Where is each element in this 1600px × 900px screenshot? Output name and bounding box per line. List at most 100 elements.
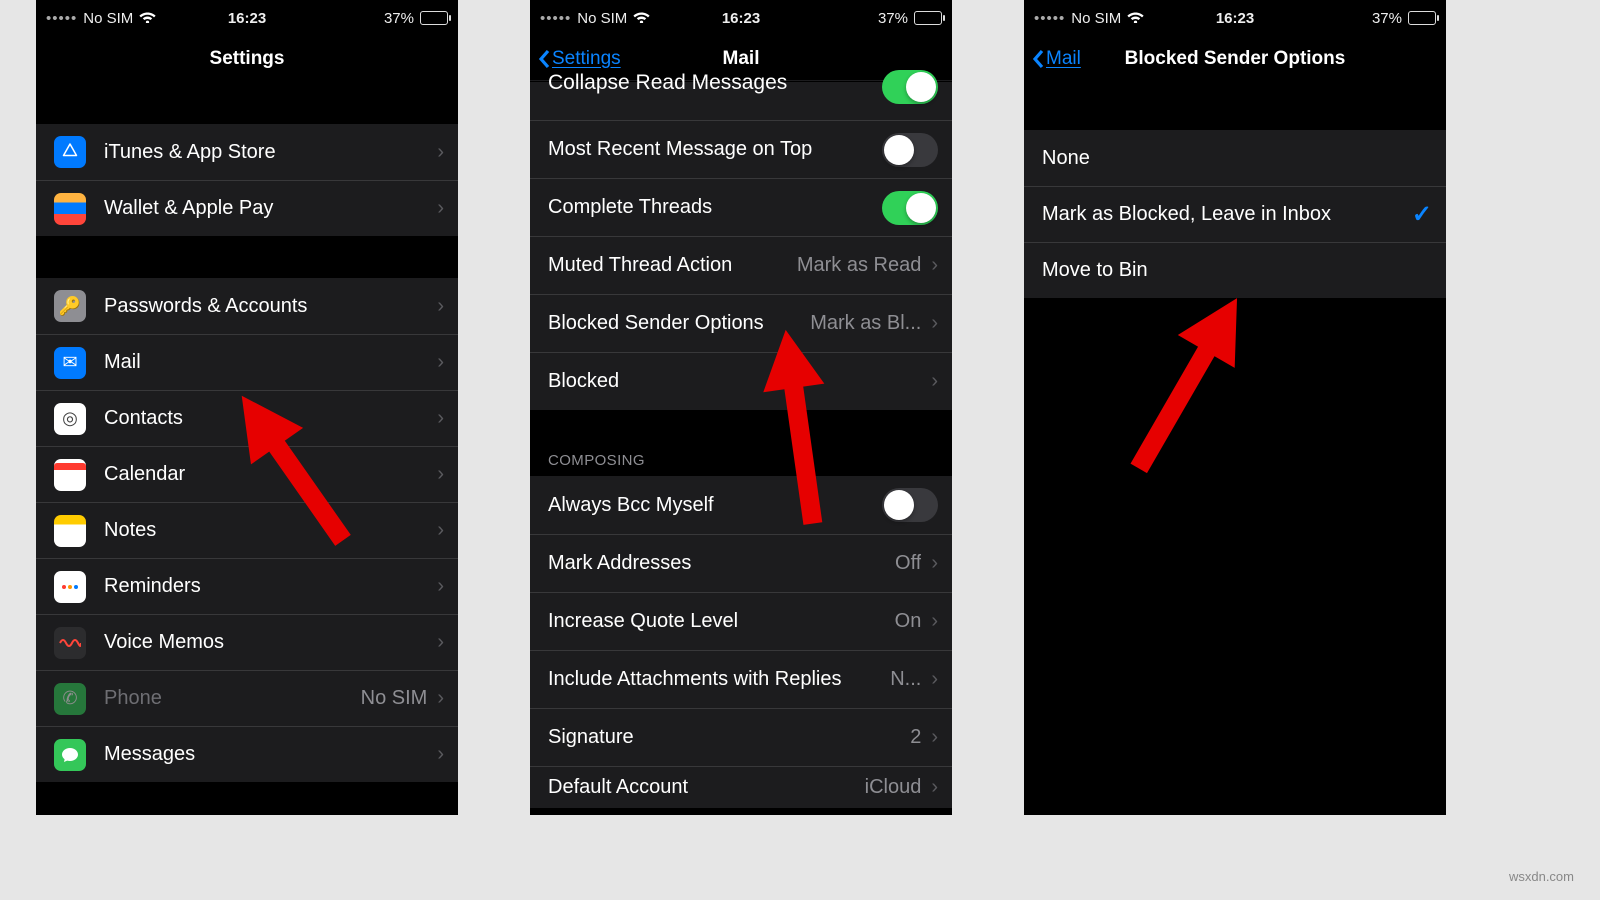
voicememos-icon (54, 627, 86, 659)
wallet-icon (54, 193, 86, 225)
back-button[interactable]: Mail (1032, 48, 1081, 70)
chevron-right-icon: › (437, 575, 444, 598)
battery-percent: 37% (878, 10, 908, 27)
row-detail: Mark as Bl... (810, 312, 921, 335)
row-label: Contacts (104, 407, 427, 430)
chevron-right-icon: › (437, 295, 444, 318)
settings-row-contacts[interactable]: ◎ Contacts › (36, 390, 458, 446)
mail-row-signature[interactable]: Signature 2 › (530, 708, 952, 766)
row-detail: iCloud (865, 776, 922, 799)
settings-row-mail[interactable]: ✉︎ Mail › (36, 334, 458, 390)
settings-row-voicememos[interactable]: Voice Memos › (36, 614, 458, 670)
wifi-icon (1127, 10, 1144, 27)
chevron-right-icon: › (931, 552, 938, 575)
carrier-text: No SIM (1071, 10, 1121, 27)
battery-icon (914, 11, 942, 25)
option-move-to-bin[interactable]: Move to Bin (1024, 242, 1446, 298)
settings-row-wallet[interactable]: Wallet & Apple Pay › (36, 180, 458, 236)
wifi-icon (139, 10, 156, 27)
row-label: Move to Bin (1042, 259, 1432, 282)
notes-icon (54, 515, 86, 547)
option-mark-as-blocked[interactable]: Mark as Blocked, Leave in Inbox ✓ (1024, 186, 1446, 242)
row-label: Blocked Sender Options (548, 312, 800, 335)
mail-row-mark-addresses[interactable]: Mark Addresses Off › (530, 534, 952, 592)
carrier-text: No SIM (577, 10, 627, 27)
chevron-right-icon: › (437, 519, 444, 542)
row-label: Muted Thread Action (548, 254, 787, 277)
toggle-switch[interactable] (882, 133, 938, 167)
row-detail: 2 (910, 726, 921, 749)
settings-row-phone[interactable]: ✆ Phone No SIM › (36, 670, 458, 726)
mail-icon: ✉︎ (54, 347, 86, 379)
chevron-left-icon (538, 49, 550, 69)
chevron-right-icon: › (931, 254, 938, 277)
toggle-switch[interactable] (882, 70, 938, 104)
back-button[interactable]: Settings (538, 48, 621, 70)
messages-icon (54, 739, 86, 771)
status-time: 16:23 (228, 10, 266, 27)
row-label: Collapse Read Messages (548, 71, 882, 95)
row-label: Signature (548, 726, 900, 749)
page-title: Blocked Sender Options (1125, 48, 1346, 70)
battery-percent: 37% (384, 10, 414, 27)
settings-row-messages[interactable]: Messages › (36, 726, 458, 782)
screen-mail-settings: ••••• No SIM 16:23 37% Settings Mail Col… (530, 0, 952, 815)
chevron-right-icon: › (931, 726, 938, 749)
screen-settings: ••••• No SIM 16:23 37% Settings iTunes &… (36, 0, 458, 815)
mail-row-most-recent[interactable]: Most Recent Message on Top (530, 120, 952, 178)
back-label: Settings (552, 48, 621, 70)
option-none[interactable]: None (1024, 130, 1446, 186)
chevron-right-icon: › (437, 463, 444, 486)
mail-row-blocked-sender-options[interactable]: Blocked Sender Options Mark as Bl... › (530, 294, 952, 352)
signal-dots-icon: ••••• (540, 10, 571, 27)
chevron-right-icon: › (437, 407, 444, 430)
mail-row-complete-threads[interactable]: Complete Threads (530, 178, 952, 236)
page-title: Settings (210, 48, 285, 70)
signal-dots-icon: ••••• (1034, 10, 1065, 27)
row-label: None (1042, 147, 1432, 170)
contacts-icon: ◎ (54, 403, 86, 435)
signal-dots-icon: ••••• (46, 10, 77, 27)
settings-row-passwords[interactable]: 🔑 Passwords & Accounts › (36, 278, 458, 334)
mail-row-default-account[interactable]: Default Account iCloud › (530, 766, 952, 808)
row-label: Mark Addresses (548, 552, 885, 575)
battery-icon (420, 11, 448, 25)
row-label: Phone (104, 687, 351, 710)
mail-row-include-attachments[interactable]: Include Attachments with Replies N... › (530, 650, 952, 708)
row-detail: No SIM (361, 687, 428, 710)
wifi-icon (633, 10, 650, 27)
row-detail: On (895, 610, 922, 633)
row-label: Always Bcc Myself (548, 494, 882, 517)
nav-bar: Settings (36, 36, 458, 82)
settings-row-reminders[interactable]: Reminders › (36, 558, 458, 614)
mail-row-muted-thread-action[interactable]: Muted Thread Action Mark as Read › (530, 236, 952, 294)
page-title: Mail (723, 48, 760, 70)
row-label: Wallet & Apple Pay (104, 197, 427, 220)
row-label: Reminders (104, 575, 427, 598)
carrier-text: No SIM (83, 10, 133, 27)
row-label: Include Attachments with Replies (548, 668, 880, 691)
toggle-switch[interactable] (882, 191, 938, 225)
status-time: 16:23 (1216, 10, 1254, 27)
mail-row-always-bcc[interactable]: Always Bcc Myself (530, 476, 952, 534)
mail-row-blocked[interactable]: Blocked › (530, 352, 952, 410)
chevron-right-icon: › (437, 141, 444, 164)
annotation-arrow (1079, 275, 1289, 511)
settings-row-notes[interactable]: Notes › (36, 502, 458, 558)
checkmark-icon: ✓ (1412, 200, 1432, 229)
row-label: Voice Memos (104, 631, 427, 654)
appstore-icon (54, 136, 86, 168)
row-label: Default Account (548, 776, 855, 799)
back-label: Mail (1046, 48, 1081, 70)
mail-row-increase-quote[interactable]: Increase Quote Level On › (530, 592, 952, 650)
mail-row-collapse[interactable]: Collapse Read Messages (530, 80, 952, 120)
settings-row-calendar[interactable]: Calendar › (36, 446, 458, 502)
settings-row-itunes[interactable]: iTunes & App Store › (36, 124, 458, 180)
chevron-right-icon: › (437, 197, 444, 220)
reminders-icon (54, 571, 86, 603)
screen-blocked-sender-options: ••••• No SIM 16:23 37% Mail Blocked Send… (1024, 0, 1446, 815)
battery-icon (1408, 11, 1436, 25)
row-label: Most Recent Message on Top (548, 138, 882, 161)
toggle-switch[interactable] (882, 488, 938, 522)
row-label: Notes (104, 519, 427, 542)
